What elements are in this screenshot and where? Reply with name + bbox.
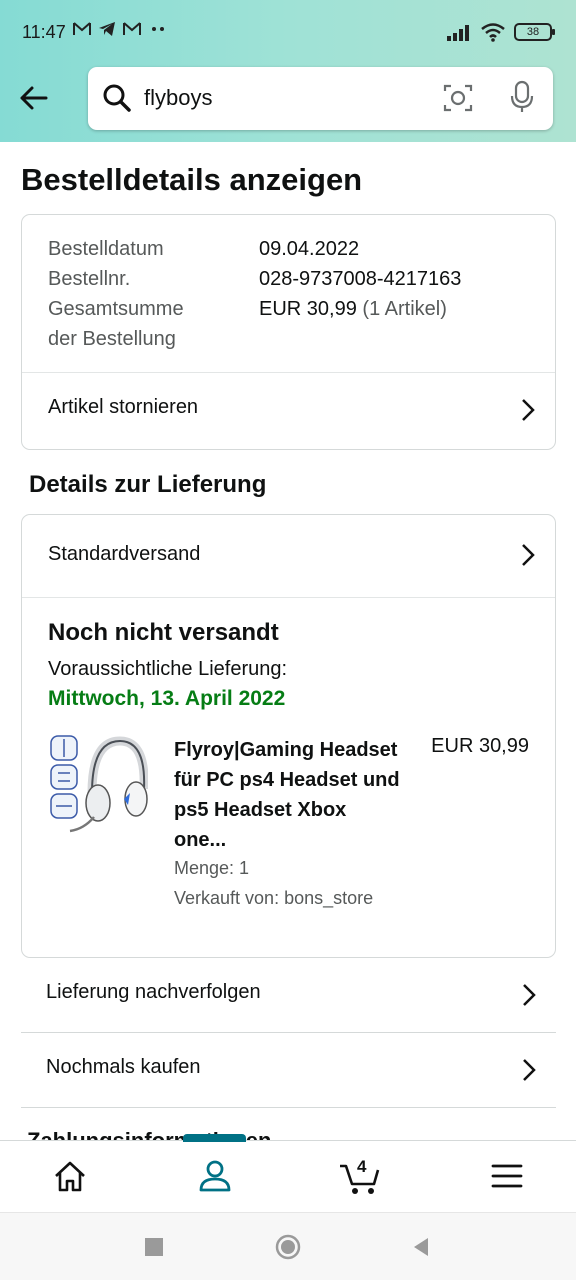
- divider: [22, 597, 555, 598]
- order-date-value: 09.04.2022: [259, 238, 360, 260]
- telegram-icon: [99, 22, 115, 36]
- shipping-method-link[interactable]: Standardversand: [22, 515, 555, 597]
- notification-icons: [72, 21, 168, 37]
- order-number-value: 028-9737008-4217163: [259, 268, 462, 290]
- order-total-value: EUR 30,99 (1 Artikel): [259, 294, 447, 324]
- track-delivery-label: Lieferung nachverfolgen: [46, 981, 261, 1003]
- chevron-right-icon: [523, 1059, 536, 1081]
- back-arrow-icon[interactable]: [16, 80, 52, 116]
- battery-indicator: 38: [514, 23, 555, 41]
- order-total-label-line2: der Bestellung: [48, 328, 176, 350]
- search-icon: [103, 84, 131, 112]
- order-total-amount: EUR 30,99: [259, 298, 357, 320]
- chevron-right-icon: [522, 399, 535, 421]
- account-icon[interactable]: [197, 1156, 233, 1196]
- eta-label: Voraussichtliche Lieferung:: [48, 658, 288, 680]
- signal-icon: [447, 25, 469, 41]
- status-right: 38: [446, 22, 555, 42]
- active-tab-indicator: [183, 1134, 246, 1142]
- status-time: 11:47: [22, 22, 66, 42]
- order-total-label-line1: Gesamtsumme: [48, 298, 184, 320]
- track-delivery-link[interactable]: Lieferung nachverfolgen: [21, 958, 556, 1033]
- product-title[interactable]: Flyroy|Gaming Headset für PC ps4 Headset…: [174, 735, 404, 855]
- product-quantity: Menge: 1: [174, 858, 250, 878]
- order-summary-card: Bestelldatum 09.04.2022 Bestellnr. 028-9…: [21, 214, 556, 450]
- eta-date: Mittwoch, 13. April 2022: [48, 687, 286, 710]
- cart-count-badge: 4: [357, 1157, 367, 1176]
- wifi-icon: [481, 23, 505, 42]
- cancel-items-link[interactable]: Artikel stornieren: [22, 373, 555, 450]
- shipping-method-label: Standardversand: [48, 543, 201, 565]
- chevron-right-icon: [523, 984, 536, 1006]
- camera-search-icon[interactable]: [442, 82, 474, 114]
- chevron-right-icon: [522, 544, 535, 566]
- more-dots-icon: [152, 27, 164, 31]
- delivery-heading: Details zur Lieferung: [29, 471, 267, 498]
- order-number-label: Bestellnr.: [48, 268, 131, 290]
- menu-icon[interactable]: [489, 1156, 525, 1196]
- buy-again-label: Nochmals kaufen: [46, 1056, 201, 1078]
- product-price: EUR 30,99: [431, 735, 529, 757]
- back-button-icon[interactable]: [408, 1234, 434, 1260]
- home-icon[interactable]: [52, 1156, 88, 1196]
- gmail-icon: [123, 22, 141, 35]
- page-title: Bestelldetails anzeigen: [21, 162, 363, 197]
- search-input[interactable]: flyboys: [144, 85, 212, 111]
- status-bar: 11:47 38: [0, 0, 576, 66]
- recent-apps-icon[interactable]: [141, 1234, 167, 1260]
- microphone-icon[interactable]: [508, 80, 536, 114]
- cancel-items-label: Artikel stornieren: [48, 396, 199, 418]
- home-button-icon[interactable]: [275, 1234, 301, 1260]
- order-total-items: (1 Artikel): [362, 298, 447, 320]
- buy-again-link[interactable]: Nochmals kaufen: [21, 1033, 556, 1108]
- search-bar[interactable]: flyboys: [88, 67, 553, 130]
- product-seller: Verkauft von: bons_store: [174, 888, 374, 908]
- order-date-label: Bestelldatum: [48, 238, 164, 260]
- product-thumbnail[interactable]: [48, 733, 148, 839]
- gmail-icon: [73, 22, 91, 35]
- shipment-status: Noch nicht versandt: [48, 619, 279, 646]
- app-header: 11:47 38 flyboys: [0, 0, 576, 142]
- battery-level: 38: [526, 26, 540, 38]
- delivery-card: Standardversand Noch nicht versandt Vora…: [21, 514, 556, 958]
